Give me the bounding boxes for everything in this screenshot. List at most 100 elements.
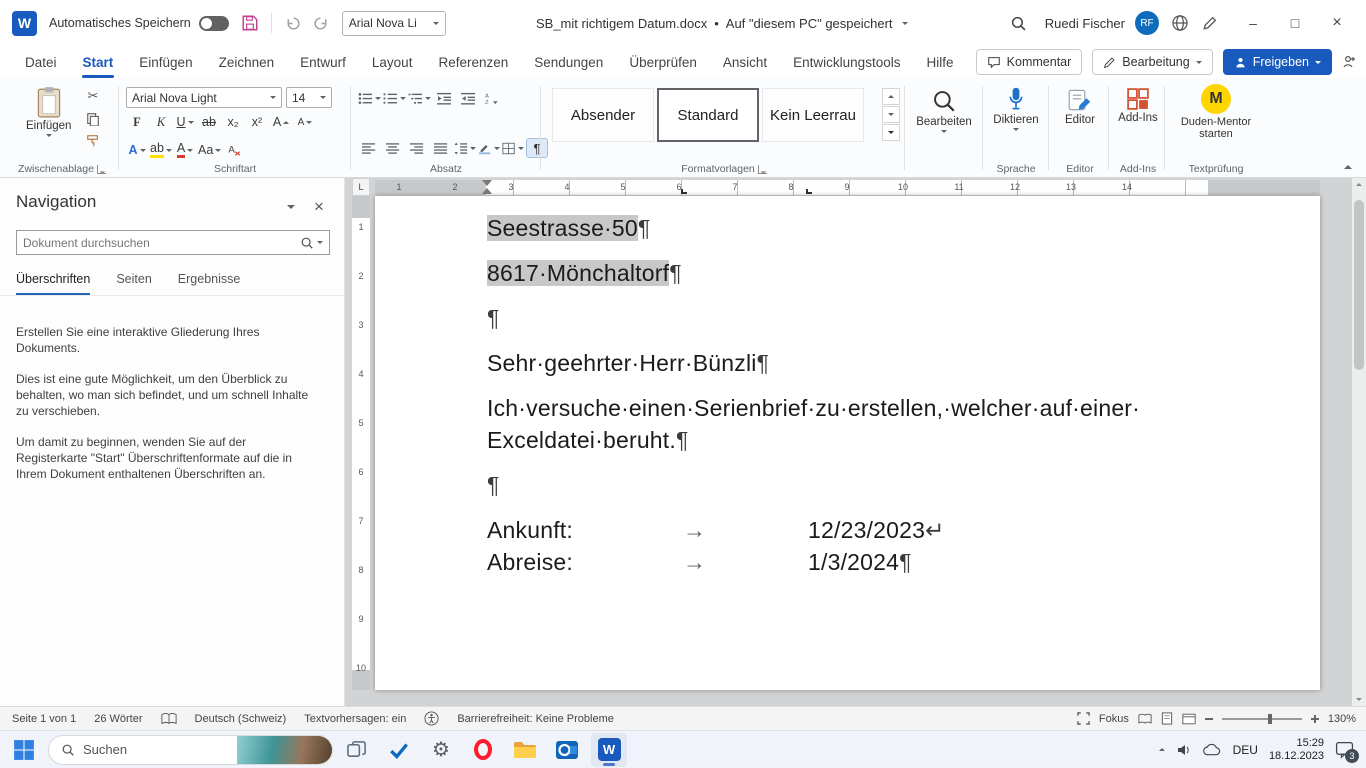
avatar[interactable]: RF	[1135, 11, 1159, 35]
zoom-slider-handle[interactable]	[1268, 713, 1273, 724]
ribbon-tab-start[interactable]: Start	[72, 46, 125, 78]
web-layout-icon[interactable]	[1182, 713, 1196, 725]
search-highlight-image[interactable]	[237, 735, 332, 764]
onedrive-cloud-icon[interactable]	[1202, 743, 1222, 756]
style-card-standard[interactable]: Standard	[657, 88, 759, 142]
tray-overflow-icon[interactable]	[1158, 748, 1165, 751]
ribbon-tab-einfügen[interactable]: Einfügen	[128, 46, 203, 78]
zoom-in-icon[interactable]	[1310, 714, 1319, 723]
scroll-up-icon[interactable]	[1355, 183, 1363, 186]
duden-mentor-button[interactable]: M Duden-Mentor starten	[1168, 84, 1264, 140]
people-icon[interactable]	[1342, 54, 1358, 70]
globe-icon[interactable]	[1171, 14, 1189, 32]
sort-button[interactable]: AZ	[481, 88, 503, 108]
volume-icon[interactable]	[1176, 742, 1192, 758]
read-mode-icon[interactable]	[1138, 713, 1152, 725]
tab-stop-marker[interactable]	[806, 189, 812, 194]
italic-button[interactable]: K	[150, 112, 172, 132]
doc-paragraph[interactable]: Seestrasse·50¶	[487, 212, 1247, 244]
word-count[interactable]: 26 Wörter	[94, 713, 142, 725]
paragraph-text[interactable]: Abreise:	[487, 546, 683, 578]
decrease-indent-button[interactable]	[433, 88, 455, 108]
vertical-ruler[interactable]: 1 2 3 4 5 6 7 8 9 10	[352, 196, 370, 690]
format-painter-icon[interactable]	[86, 134, 100, 148]
highlight-color-button[interactable]: ab	[150, 140, 172, 160]
clear-formatting-button[interactable]: A	[223, 140, 245, 160]
ribbon-tab-zeichnen[interactable]: Zeichnen	[208, 46, 286, 78]
ribbon-tab-überprüfen[interactable]: Überprüfen	[618, 46, 708, 78]
todo-app-icon[interactable]	[381, 733, 417, 767]
paragraph-text[interactable]: Sehr·geehrter·Herr·Bünzli	[487, 350, 757, 376]
save-icon[interactable]	[241, 14, 259, 32]
doc-paragraph[interactable]: 8617·Mönchaltorf¶	[487, 257, 1247, 289]
paste-button[interactable]: Einfügen	[26, 86, 71, 137]
document-search-box[interactable]	[16, 230, 330, 255]
multilevel-list-button[interactable]	[408, 88, 431, 108]
shrink-font-button[interactable]: A	[294, 112, 316, 132]
accessibility-icon[interactable]	[424, 711, 439, 726]
style-card-absender[interactable]: Absender	[552, 88, 654, 142]
borders-button[interactable]	[502, 138, 524, 158]
justify-button[interactable]	[430, 138, 452, 158]
clock[interactable]: 15:29 18.12.2023	[1269, 737, 1324, 763]
doc-paragraph[interactable]: Abreise: → 1/3/2024¶	[487, 546, 1247, 578]
hanging-indent-marker[interactable]	[482, 188, 492, 194]
superscript-button[interactable]: x²	[246, 112, 268, 132]
strikethrough-button[interactable]: ab	[198, 112, 220, 132]
paragraph-text[interactable]: 1/3/2024	[808, 549, 899, 575]
scrollbar-thumb[interactable]	[1354, 200, 1364, 370]
focus-icon[interactable]	[1077, 712, 1090, 725]
copy-icon[interactable]	[86, 112, 100, 126]
pen-icon[interactable]	[1201, 15, 1218, 32]
maximize-button[interactable]: □	[1274, 4, 1316, 42]
page-count[interactable]: Seite 1 von 1	[12, 713, 76, 725]
document-title-area[interactable]: SB_mit richtigem Datum.docx • Auf "diese…	[446, 16, 998, 31]
close-pane-icon[interactable]	[310, 198, 328, 216]
outlook-app-icon[interactable]	[549, 733, 585, 767]
opera-browser-icon[interactable]	[465, 733, 501, 767]
paragraph-text[interactable]: Ankunft:	[487, 514, 683, 546]
file-explorer-icon[interactable]	[507, 733, 543, 767]
settings-app-icon[interactable]: ⚙	[423, 733, 459, 767]
text-effects-button[interactable]: A	[126, 140, 148, 160]
undo-icon[interactable]	[284, 15, 301, 32]
accessibility-status[interactable]: Barrierefreiheit: Keine Probleme	[457, 713, 614, 725]
ribbon-tab-datei[interactable]: Datei	[14, 46, 68, 78]
task-view-button[interactable]	[339, 733, 375, 767]
underline-button[interactable]: U	[174, 112, 196, 132]
scroll-down-icon[interactable]	[1355, 698, 1363, 701]
ribbon-tab-referenzen[interactable]: Referenzen	[427, 46, 519, 78]
nav-tab-seiten[interactable]: Seiten	[116, 272, 151, 296]
align-left-button[interactable]	[358, 138, 380, 158]
doc-paragraph[interactable]: Sehr·geehrter·Herr·Bünzli¶	[487, 347, 1247, 379]
doc-paragraph-empty[interactable]: ¶	[487, 302, 1247, 334]
text-predictions[interactable]: Textvorhersagen: ein	[304, 713, 406, 725]
taskbar-search[interactable]: Suchen	[48, 734, 333, 765]
ribbon-tab-sendungen[interactable]: Sendungen	[523, 46, 614, 78]
selected-text[interactable]: Seestrasse·50	[487, 215, 638, 241]
ribbon-tab-hilfe[interactable]: Hilfe	[915, 46, 964, 78]
horizontal-ruler[interactable]: 1 2 3 4 5 6 7 8 9 10 11 12 13 14	[345, 178, 1352, 196]
autosave-toggle[interactable]	[198, 15, 229, 31]
spellcheck-icon[interactable]	[160, 712, 177, 726]
ribbon-tab-layout[interactable]: Layout	[361, 46, 424, 78]
dialog-launcher-icon[interactable]	[757, 164, 767, 174]
collapse-ribbon-icon[interactable]	[1344, 165, 1352, 169]
input-language[interactable]: DEU	[1233, 743, 1258, 757]
redo-icon[interactable]	[313, 15, 330, 32]
style-card-kein-leerrau[interactable]: Kein Leerrau	[762, 88, 864, 142]
focus-label[interactable]: Fokus	[1099, 713, 1129, 725]
print-layout-icon[interactable]	[1161, 712, 1173, 725]
nav-tab-überschriften[interactable]: Überschriften	[16, 272, 91, 296]
increase-indent-button[interactable]	[457, 88, 479, 108]
zoom-out-icon[interactable]	[1204, 717, 1213, 720]
gallery-down-icon[interactable]	[882, 106, 900, 123]
editing-mode-button[interactable]: Bearbeitung	[1092, 49, 1213, 75]
numbered-list-button[interactable]	[383, 88, 406, 108]
gallery-up-icon[interactable]	[882, 88, 900, 105]
dictate-button[interactable]: Diktieren	[986, 86, 1046, 131]
user-name[interactable]: Ruedi Fischer	[1045, 16, 1125, 31]
show-formatting-marks-toggle[interactable]	[526, 138, 548, 158]
ribbon-tab-entwurf[interactable]: Entwurf	[289, 46, 357, 78]
paragraph-text[interactable]: Exceldatei·beruht.	[487, 427, 676, 453]
